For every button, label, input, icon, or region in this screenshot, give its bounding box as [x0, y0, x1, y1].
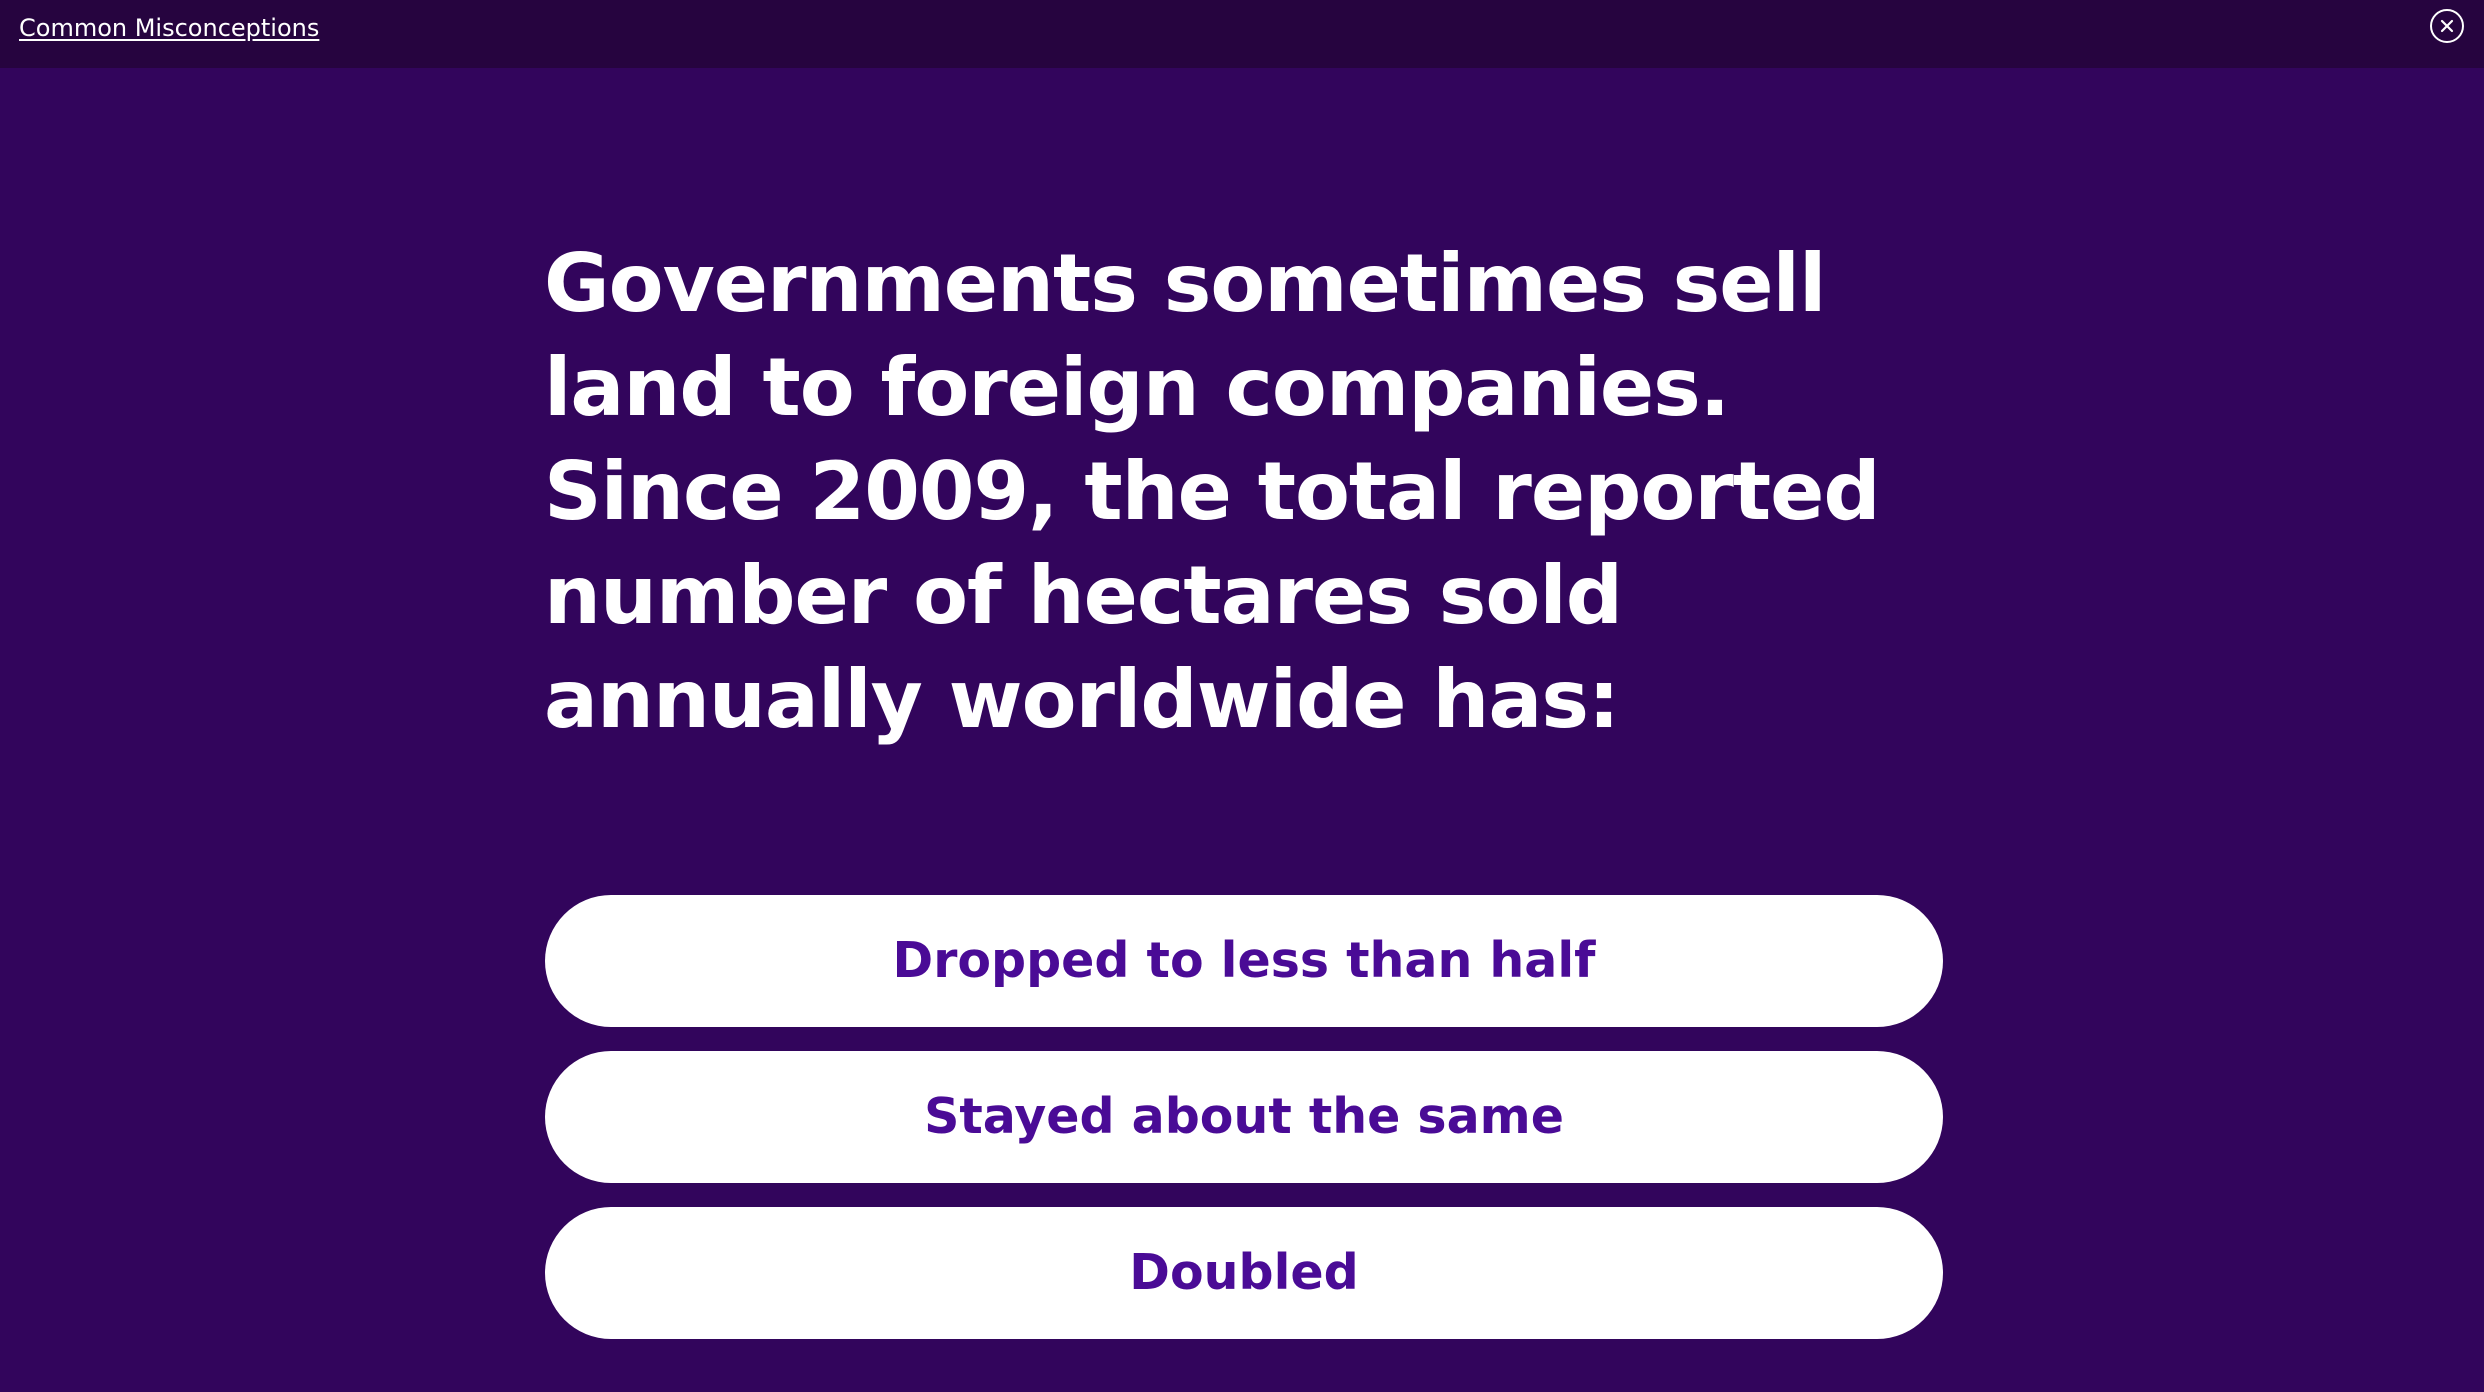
- common-misconceptions-link[interactable]: Common Misconceptions: [19, 13, 319, 43]
- close-button[interactable]: [2430, 9, 2464, 43]
- answer-button-dropped[interactable]: Dropped to less than half: [545, 895, 1943, 1027]
- close-icon: [2440, 19, 2454, 33]
- top-bar: Common Misconceptions: [0, 0, 2484, 68]
- answer-button-doubled[interactable]: Doubled: [545, 1207, 1943, 1339]
- question-text: Governments sometimes sell land to forei…: [544, 237, 1881, 746]
- answer-button-same[interactable]: Stayed about the same: [545, 1051, 1943, 1183]
